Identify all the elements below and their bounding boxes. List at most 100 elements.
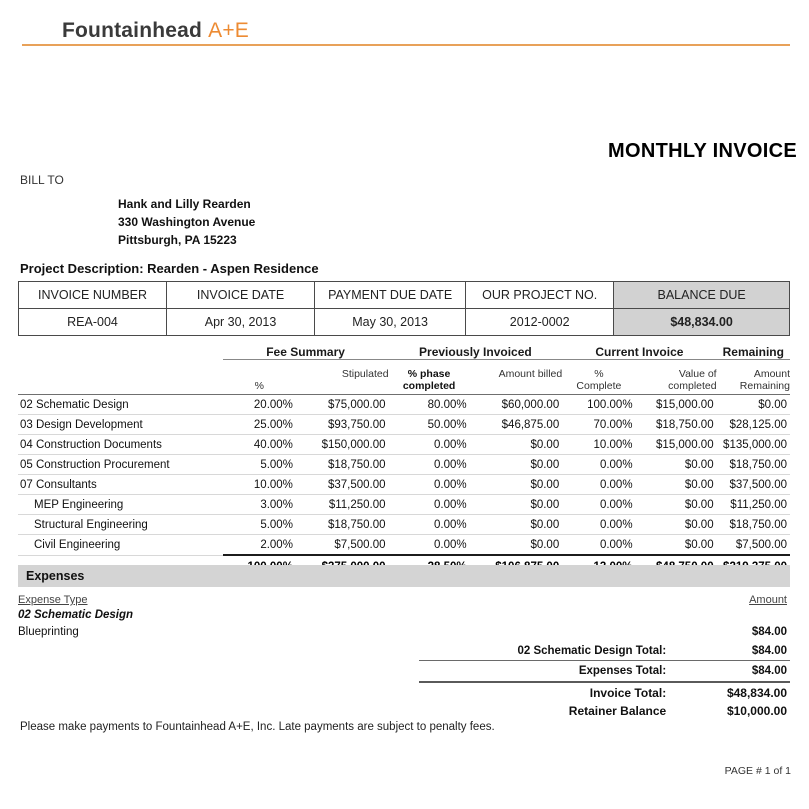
expenses-col-type-text: Expense Type (18, 594, 88, 606)
row-complete: 0.00% (562, 514, 636, 535)
subhead-percent: % (223, 360, 296, 393)
expenses-col-amount-text: Amount (749, 594, 787, 606)
fee-summary-table: Fee Summary Previously Invoiced Current … (18, 343, 790, 577)
expenses-group-row: 02 Schematic Design (18, 606, 790, 623)
retainer-label: Retainer Balance (568, 704, 667, 718)
row-phase-completed: 80.00% (388, 394, 470, 415)
row-stipulated: $150,000.00 (295, 434, 389, 455)
row-complete: 10.00% (562, 434, 636, 455)
row-percent: 25.00% (222, 414, 296, 435)
col-invoice-number: INVOICE NUMBER (17, 281, 168, 309)
retainer-amount: $10,000.00 (726, 704, 787, 718)
row-amount-billed: $0.00 (469, 514, 563, 535)
expense-item-name: Blueprinting (18, 626, 79, 638)
invoice-total-amount: $48,834.00 (726, 686, 787, 700)
bill-to-name: Hank and Lilly Rearden (118, 197, 251, 211)
invoice-header-table: INVOICE NUMBER INVOICE DATE PAYMENT DUE … (17, 281, 790, 336)
expenses-total-spacer (18, 661, 419, 683)
invoice-value-row: REA-004 Apr 30, 2013 May 30, 2013 2012-0… (17, 308, 790, 336)
table-row: Civil Engineering 2.00% $7,500.00 0.00% … (18, 534, 790, 556)
logo-main-text: Fountainhead (62, 19, 203, 42)
row-percent: 10.00% (222, 474, 296, 495)
expenses-group-total-amount: $84.00 (674, 641, 790, 661)
retainer-balance-row: Retainer Balance $10,000.00 (18, 702, 790, 720)
fee-group-spacer (18, 343, 223, 360)
project-description-value: Rearden - Aspen Residence (147, 261, 319, 276)
row-phase-completed: 0.00% (388, 494, 470, 515)
value-balance-due: $48,834.00 (613, 308, 790, 336)
subhead-value-completed: Value of completed (636, 360, 717, 393)
bill-to-city-state-zip: Pittsburgh, PA 15223 (118, 233, 237, 247)
row-stipulated: $37,500.00 (295, 474, 389, 495)
expense-item-amount: $84.00 (751, 626, 787, 638)
row-value-completed: $0.00 (635, 534, 717, 556)
row-name: 04 Construction Documents (18, 434, 223, 455)
letterhead: Fountainhead A+E (0, 0, 809, 52)
invoice-total-row: Invoice Total: $48,834.00 (18, 684, 790, 702)
row-percent: 2.00% (222, 534, 296, 556)
expenses-group-total-spacer (18, 641, 419, 661)
row-phase-completed: 0.00% (388, 514, 470, 535)
row-amount-billed: $0.00 (469, 494, 563, 515)
subhead-phase-line2: completed (402, 379, 456, 392)
row-phase-completed: 0.00% (388, 474, 470, 495)
fee-subheader-spacer (18, 360, 223, 393)
bill-to-label: BILL TO (20, 173, 64, 187)
row-percent: 20.00% (222, 394, 296, 415)
row-stipulated: $75,000.00 (295, 394, 389, 415)
row-amount-billed: $60,000.00 (469, 394, 563, 415)
subhead-complete-line1: % (594, 368, 604, 380)
letterhead-divider (22, 44, 790, 46)
subhead-value-line1: Value of (678, 368, 717, 380)
invoice-header-row: INVOICE NUMBER INVOICE DATE PAYMENT DUE … (17, 281, 790, 309)
row-amount-billed: $0.00 (469, 454, 563, 475)
row-remaining: $11,250.00 (716, 494, 790, 515)
col-payment-due-date: PAYMENT DUE DATE (314, 281, 467, 309)
row-stipulated: $18,750.00 (295, 514, 389, 535)
row-name: 02 Schematic Design (18, 394, 223, 415)
row-value-completed: $0.00 (635, 454, 717, 475)
value-our-project-no: 2012-0002 (465, 308, 615, 336)
row-remaining: $135,000.00 (716, 434, 790, 455)
subhead-phase-completed: % phase completed (389, 360, 470, 393)
row-amount-billed: $46,875.00 (469, 414, 563, 435)
row-amount-billed: $0.00 (469, 534, 563, 556)
subhead-complete: % Complete (562, 360, 635, 393)
subhead-phase-line1: % phase (407, 368, 451, 380)
group-current-invoice: Current Invoice (562, 343, 717, 360)
row-amount-billed: $0.00 (469, 434, 563, 455)
table-row: 04 Construction Documents 40.00% $150,00… (18, 434, 790, 455)
table-row: 05 Construction Procurement 5.00% $18,75… (18, 454, 790, 475)
subhead-stipulated: Stipulated (296, 360, 389, 393)
row-remaining: $0.00 (716, 394, 790, 415)
page-title: MONTHLY INVOICE (608, 140, 797, 162)
group-remaining: Remaining (716, 343, 790, 360)
subhead-value-line2: completed (668, 379, 717, 392)
group-fee-summary: Fee Summary (222, 343, 389, 360)
invoice-total-label: Invoice Total: (589, 686, 667, 700)
row-name: Structural Engineering (18, 514, 223, 535)
row-percent: 40.00% (222, 434, 296, 455)
row-complete: 100.00% (562, 394, 636, 415)
fee-sub-header-row: % Stipulated % phase completed Amount bi… (18, 360, 790, 393)
value-invoice-date: Apr 30, 2013 (166, 308, 316, 336)
expense-item-spacer (419, 623, 674, 641)
project-description: Project Description: Rearden - Aspen Res… (20, 261, 319, 276)
subhead-remaining-line2: Remaining (739, 379, 790, 392)
subhead-remaining-line1: Amount (753, 368, 790, 380)
subhead-amount-remaining: Amount Remaining (717, 360, 790, 393)
row-value-completed: $0.00 (635, 494, 717, 515)
expenses-column-header-row: Expense Type Amount (18, 589, 790, 606)
row-phase-completed: 50.00% (388, 414, 470, 435)
list-item: Blueprinting $84.00 (18, 623, 790, 641)
table-row: 03 Design Development 25.00% $93,750.00 … (18, 414, 790, 435)
row-value-completed: $0.00 (635, 514, 717, 535)
row-name: 03 Design Development (18, 414, 223, 435)
row-phase-completed: 0.00% (388, 454, 470, 475)
expenses-table: Expense Type Amount 02 Schematic Design … (18, 589, 790, 683)
expenses-group-total-row: 02 Schematic Design Total: $84.00 (18, 641, 790, 661)
value-invoice-number: REA-004 (17, 308, 168, 336)
row-amount-billed: $0.00 (469, 474, 563, 495)
expenses-total-label: Expenses Total: (419, 660, 675, 683)
table-row: 02 Schematic Design 20.00% $75,000.00 80… (18, 394, 790, 415)
